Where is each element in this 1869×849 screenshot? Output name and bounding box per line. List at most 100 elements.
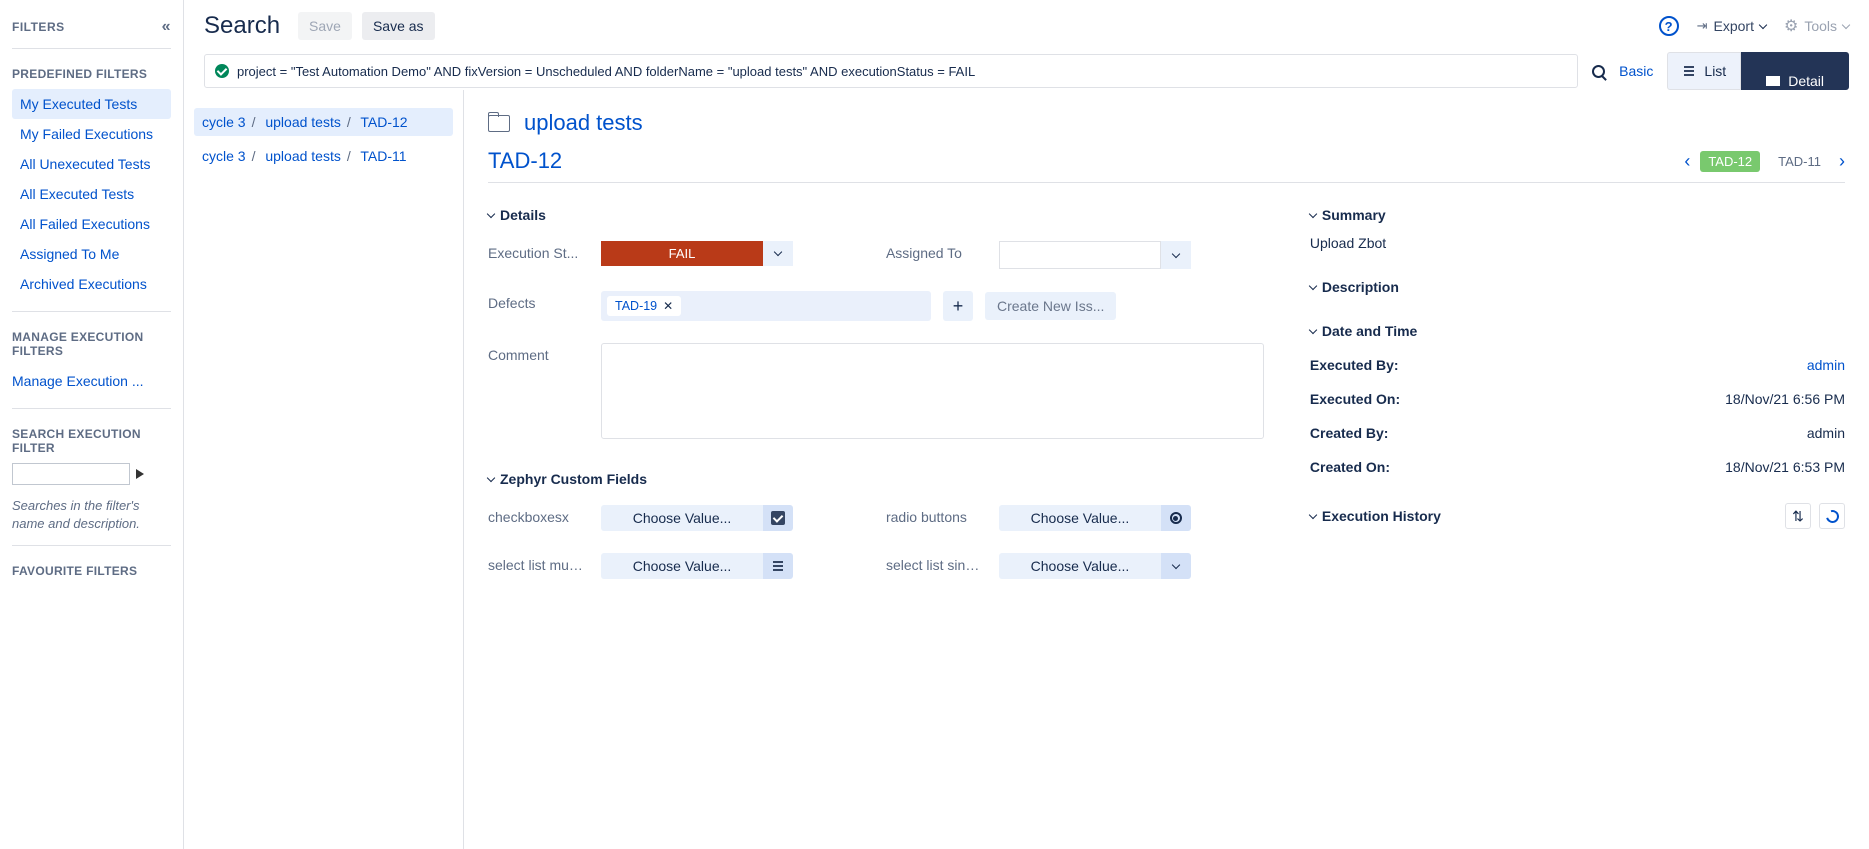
search-filter-heading: SEARCH EXECUTION FILTER [12, 427, 171, 455]
select-single-label: select list single [886, 553, 981, 573]
exec-status-value: FAIL [601, 241, 763, 266]
defect-tag[interactable]: TAD-19 ✕ [607, 296, 681, 316]
select-multi-select[interactable]: Choose Value... [601, 553, 763, 579]
defects-label: Defects [488, 291, 583, 311]
assigned-to-select[interactable] [999, 241, 1161, 269]
next-issue-icon[interactable]: › [1839, 151, 1845, 172]
result-item[interactable]: cycle 3/ upload tests/ TAD-11 [194, 142, 453, 170]
prev-issue-icon[interactable]: ‹ [1684, 151, 1690, 172]
multi-list-icon[interactable] [763, 553, 793, 579]
swap-icon: ⇅ [1792, 508, 1804, 525]
created-on-label: Created On: [1310, 459, 1390, 475]
crumb-folder[interactable]: upload tests [265, 148, 341, 164]
created-by-label: Created By: [1310, 425, 1389, 441]
query-input[interactable]: project = "Test Automation Demo" AND fix… [204, 54, 1578, 88]
filters-heading: FILTERS [12, 20, 65, 34]
basic-mode-link[interactable]: Basic [1619, 63, 1653, 79]
summary-section-header[interactable]: Summary [1310, 207, 1845, 223]
help-icon[interactable]: ? [1659, 16, 1679, 36]
radio-icon[interactable] [1161, 505, 1191, 531]
assigned-to-dropdown[interactable] [1161, 241, 1191, 269]
view-detail-button[interactable]: Detail [1741, 52, 1849, 90]
tools-label: Tools [1804, 18, 1837, 34]
crumb-cycle[interactable]: cycle 3 [202, 148, 246, 164]
description-section-header[interactable]: Description [1310, 279, 1845, 295]
view-list-button[interactable]: List [1667, 52, 1741, 90]
export-button[interactable]: ⇥ Export [1697, 18, 1766, 34]
sidebar-item-assigned-to-me[interactable]: Assigned To Me [12, 239, 171, 269]
issue-id[interactable]: TAD-12 [488, 148, 562, 174]
radio-buttons-select[interactable]: Choose Value... [999, 505, 1161, 531]
query-text: project = "Test Automation Demo" AND fix… [237, 64, 975, 79]
search-icon[interactable] [1592, 65, 1605, 78]
exec-status-dropdown[interactable] [763, 241, 793, 266]
checkboxesx-select[interactable]: Choose Value... [601, 505, 763, 531]
exec-status-label: Execution St... [488, 241, 583, 261]
chevron-down-icon [1309, 510, 1317, 518]
crumb-cycle[interactable]: cycle 3 [202, 114, 246, 130]
select-multi-label: select list mul... [488, 553, 583, 573]
checkbox-icon[interactable] [763, 505, 793, 531]
search-filter-go-icon[interactable] [136, 469, 144, 479]
collapse-sidebar-icon[interactable]: « [162, 18, 171, 36]
chevron-down-icon [1842, 20, 1850, 28]
export-icon: ⇥ [1697, 18, 1708, 34]
exec-history-section-header[interactable]: Execution History [1310, 508, 1777, 524]
chevron-down-icon [487, 473, 495, 481]
crumb-id[interactable]: TAD-12 [360, 114, 407, 130]
executed-on-label: Executed On: [1310, 391, 1400, 407]
view-detail-label: Detail [1788, 73, 1824, 89]
query-row: project = "Test Automation Demo" AND fix… [184, 52, 1869, 90]
add-defect-button[interactable]: + [943, 291, 973, 321]
create-new-issue-button[interactable]: Create New Iss... [985, 292, 1116, 320]
sidebar-item-all-failed[interactable]: All Failed Executions [12, 209, 171, 239]
sidebar-item-my-executed[interactable]: My Executed Tests [12, 89, 171, 119]
search-filter-hint: Searches in the filter's name and descri… [12, 497, 171, 533]
predefined-filters-heading: PREDEFINED FILTERS [12, 67, 171, 81]
sidebar-item-archived[interactable]: Archived Executions [12, 269, 171, 299]
details-label: Details [500, 207, 546, 223]
defects-input[interactable]: TAD-19 ✕ [601, 291, 931, 321]
chevron-down-icon [1309, 281, 1317, 289]
sort-history-button[interactable]: ⇅ [1785, 503, 1811, 529]
single-dropdown-icon[interactable] [1161, 553, 1191, 579]
summary-label: Summary [1322, 207, 1386, 223]
manage-filters-heading: MANAGE EXECUTION FILTERS [12, 330, 171, 358]
result-item[interactable]: cycle 3/ upload tests/ TAD-12 [194, 108, 453, 136]
search-filter-input[interactable] [12, 463, 130, 485]
result-list: cycle 3/ upload tests/ TAD-12 cycle 3/ u… [184, 90, 464, 849]
sidebar-item-my-failed[interactable]: My Failed Executions [12, 119, 171, 149]
current-issue-chip[interactable]: TAD-12 [1700, 151, 1760, 172]
radio-buttons-label: radio buttons [886, 505, 981, 525]
sidebar-item-all-unexecuted[interactable]: All Unexecuted Tests [12, 149, 171, 179]
sidebar-item-all-executed[interactable]: All Executed Tests [12, 179, 171, 209]
chevron-down-icon [1759, 20, 1767, 28]
view-list-label: List [1704, 63, 1726, 79]
refresh-history-button[interactable] [1819, 503, 1845, 529]
folder-name[interactable]: upload tests [524, 110, 643, 136]
checkboxesx-label: checkboxesx [488, 505, 583, 525]
next-issue-chip[interactable]: TAD-11 [1770, 151, 1829, 172]
details-section-header[interactable]: Details [488, 207, 1264, 223]
executed-by-label: Executed By: [1310, 357, 1399, 373]
save-as-button[interactable]: Save as [362, 12, 435, 40]
custom-fields-section-header[interactable]: Zephyr Custom Fields [488, 471, 1264, 487]
summary-text: Upload Zbot [1310, 235, 1845, 251]
gear-icon: ⚙ [1784, 16, 1798, 36]
select-single-select[interactable]: Choose Value... [999, 553, 1161, 579]
tools-button[interactable]: ⚙ Tools [1784, 16, 1849, 36]
topbar: Search Save Save as ? ⇥ Export ⚙ Tools [184, 0, 1869, 44]
crumb-id[interactable]: TAD-11 [360, 148, 406, 164]
executed-by-value[interactable]: admin [1807, 357, 1845, 373]
custom-fields-label: Zephyr Custom Fields [500, 471, 647, 487]
chevron-down-icon [1309, 325, 1317, 333]
manage-execution-link[interactable]: Manage Execution ... [12, 366, 171, 396]
list-icon [1682, 66, 1696, 76]
sidebar: FILTERS « PREDEFINED FILTERS My Executed… [0, 0, 184, 849]
remove-tag-icon[interactable]: ✕ [663, 299, 673, 313]
comment-input[interactable] [601, 343, 1264, 439]
assigned-to-label: Assigned To [886, 241, 981, 261]
save-button[interactable]: Save [298, 12, 352, 40]
crumb-folder[interactable]: upload tests [265, 114, 341, 130]
datetime-section-header[interactable]: Date and Time [1310, 323, 1845, 339]
